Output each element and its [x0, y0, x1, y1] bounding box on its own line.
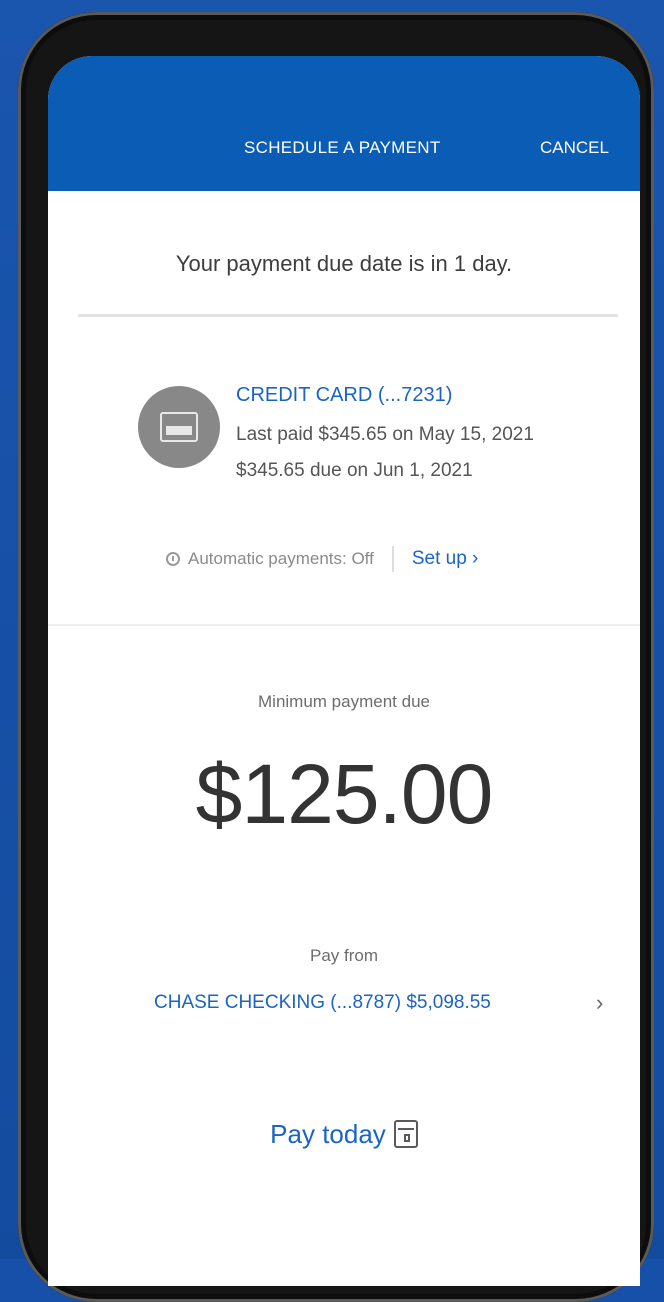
pay-from-label: Pay from	[309, 946, 379, 965]
section-divider	[48, 624, 640, 626]
minimum-payment-label: Minimum payment due	[258, 692, 430, 711]
due-date-notice: Your payment due date is in 1 day.	[175, 251, 513, 276]
autopay-row: Automatic payments: Off Set up ›	[166, 544, 478, 574]
app-screen: SCHEDULE A PAYMENT CANCEL Your payment d…	[48, 56, 640, 1286]
header-bar: SCHEDULE A PAYMENT CANCEL	[48, 56, 640, 191]
chevron-right-icon: ›	[596, 990, 604, 1015]
pay-from-selector[interactable]: CHASE CHECKING (...8787) $5,098.55 ›	[48, 986, 640, 1026]
setup-autopay-link[interactable]: Set up ›	[412, 548, 479, 570]
amount-due-text: $345.65 due on Jun 1, 2021	[236, 460, 473, 481]
divider	[78, 314, 618, 317]
credit-card-icon	[138, 386, 220, 468]
autopay-status: Automatic payments: Off	[188, 549, 374, 568]
pay-date-label: Pay today	[270, 1118, 386, 1149]
pay-from-account: CHASE CHECKING (...8787) $5,098.55	[154, 992, 491, 1013]
cancel-button[interactable]: CANCEL	[540, 138, 609, 158]
card-glyph	[160, 412, 198, 442]
account-name-link[interactable]: CREDIT CARD (...7231)	[236, 384, 452, 407]
separator	[391, 546, 394, 572]
payment-amount[interactable]: $125.00	[48, 746, 640, 843]
page-title: SCHEDULE A PAYMENT	[244, 138, 441, 157]
last-paid-text: Last paid $345.65 on May 15, 2021	[236, 424, 534, 445]
calendar-icon	[393, 1120, 418, 1148]
pay-date-selector[interactable]: Pay today	[48, 1114, 640, 1154]
info-icon	[166, 552, 180, 566]
